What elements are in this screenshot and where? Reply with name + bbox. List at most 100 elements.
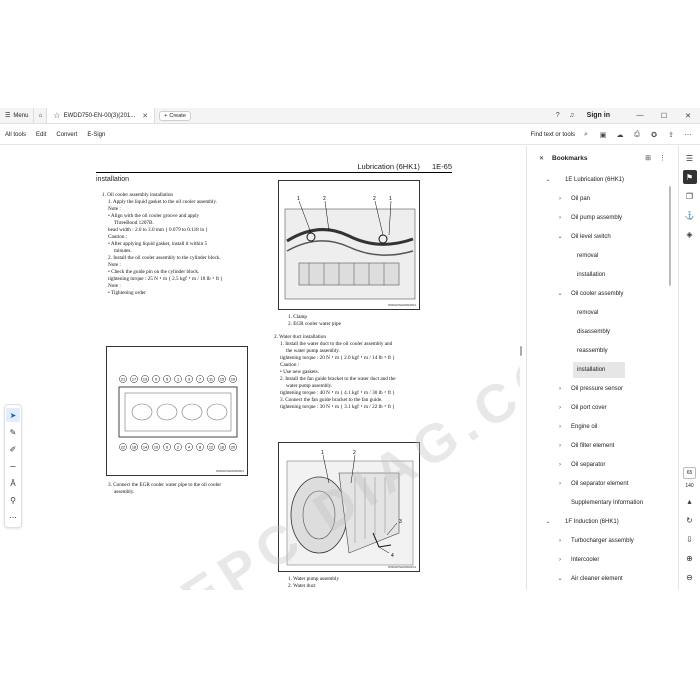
bookmark-item[interactable]: installation	[527, 265, 672, 284]
close-panel-icon[interactable]: ✕	[539, 155, 544, 162]
chevron-right-icon[interactable]: ›	[555, 196, 565, 202]
chevron-down-icon[interactable]: ⌄	[555, 575, 565, 582]
bookmark-item[interactable]: › Oil pump assembly	[527, 208, 672, 227]
panel-options-icon[interactable]: ⋮	[659, 154, 666, 162]
bookmarks-scrollbar-thumb[interactable]	[669, 186, 671, 286]
bookmark-item[interactable]: ⌄ Oil cooler assembly	[527, 284, 672, 303]
bookmark-item[interactable]: › Oil filter element	[527, 436, 672, 455]
layers-icon[interactable]: ◈	[683, 227, 697, 241]
current-page-input[interactable]: 65	[682, 467, 697, 479]
close-tab-icon[interactable]: ✕	[142, 112, 148, 120]
pages-icon[interactable]: ❐	[683, 189, 697, 203]
toolbar-convert[interactable]: Convert	[51, 132, 82, 138]
water-pump-figure: 1 2 3 4 RW6HXSHW002101	[278, 442, 420, 572]
print-icon[interactable]: ⎙	[631, 131, 643, 139]
bookmark-item[interactable]: installation	[527, 360, 672, 379]
scrollbar-thumb[interactable]	[520, 346, 522, 356]
toolbar-esign[interactable]: E-Sign	[82, 132, 110, 138]
toolbar-all-tools[interactable]: All tools	[0, 132, 31, 138]
create-button[interactable]: + Create	[159, 110, 191, 121]
home-button[interactable]: ⌂	[33, 108, 48, 123]
bookmark-item[interactable]: › Oil pan	[527, 189, 672, 208]
bookmark-item[interactable]: ⌄ 1F Induction (6HK1)	[527, 512, 672, 531]
add-bookmark-icon[interactable]: ⊞	[645, 154, 651, 162]
zoom-out-icon[interactable]: ⊖	[683, 570, 697, 584]
callout-2: 2	[353, 450, 356, 456]
bookmark-item[interactable]: › Oil separator	[527, 455, 672, 474]
bookmark-item[interactable]: › Turbocharger assembly	[527, 531, 672, 550]
bookmark-item[interactable]: removal	[527, 246, 672, 265]
chevron-right-icon[interactable]: ›	[555, 481, 565, 487]
bookmark-item[interactable]: Supplementary Information	[527, 493, 672, 512]
document-tab[interactable]: ☆ EWDD750-EN-00(3)(201... ✕	[47, 108, 156, 123]
tightening-order-number: 2	[177, 446, 179, 450]
chevron-right-icon[interactable]: ›	[555, 215, 565, 221]
bookmark-item[interactable]: ⌄ Oil level switch	[527, 227, 672, 246]
text-line: 1. Oil cooler assembly installation	[102, 192, 174, 198]
find-text-button[interactable]: Find text or tools	[531, 132, 575, 138]
bookmarks-rail-icon[interactable]: ⚑	[682, 170, 697, 184]
bookmark-item[interactable]: › Intercooler	[527, 550, 672, 569]
rotate-icon[interactable]: ↻	[683, 513, 697, 527]
bookmark-label: Oil separator element	[571, 480, 629, 487]
attachments-icon[interactable]: ⚓	[683, 208, 697, 222]
text-line: the water pump assembly.	[286, 348, 340, 354]
chevron-right-icon[interactable]: ›	[555, 443, 565, 449]
figure-code: RW6HXSHW000001	[216, 469, 244, 473]
highlight-pen-icon[interactable]: ✐	[6, 442, 20, 456]
maximize-icon[interactable]: ☐	[652, 112, 676, 120]
add-text-icon[interactable]: Ā	[6, 476, 20, 490]
ai-assistant-icon[interactable]: ✪	[648, 131, 660, 139]
scroll-up-icon[interactable]: ▴	[683, 494, 697, 508]
bookmark-item[interactable]: › Oil pressure sensor	[527, 379, 672, 398]
chevron-right-icon[interactable]: ›	[555, 462, 565, 468]
chevron-right-icon[interactable]: ›	[555, 405, 565, 411]
bookmark-item[interactable]: disassembly	[527, 322, 672, 341]
sign-in-button[interactable]: Sign in	[587, 112, 610, 119]
upload-cloud-icon[interactable]: ☁	[614, 131, 626, 139]
select-cursor-icon[interactable]: ➤	[6, 408, 20, 422]
menu-button[interactable]: ☰ Menu	[0, 108, 33, 123]
minimize-icon[interactable]: —	[628, 112, 652, 119]
text-line: ThreeBond 1207B.	[114, 220, 154, 226]
comments-icon[interactable]: ☰	[683, 151, 697, 165]
chevron-down-icon[interactable]: ⌄	[543, 176, 553, 183]
bookmark-item[interactable]: reassembly	[527, 341, 672, 360]
more-options-icon[interactable]: ⋯	[682, 131, 694, 139]
more-tools-icon[interactable]: ⋯	[6, 510, 20, 524]
share-icon[interactable]: ⇪	[665, 131, 677, 139]
tightening-order-number: 12	[209, 446, 213, 450]
callout-1: 1	[321, 450, 324, 456]
bookmark-item[interactable]: › Oil port cover	[527, 398, 672, 417]
chevron-right-icon[interactable]: ›	[555, 557, 565, 563]
bookmark-item[interactable]: › Engine oil	[527, 417, 672, 436]
close-window-icon[interactable]: ✕	[676, 112, 700, 120]
chevron-right-icon[interactable]: ›	[555, 424, 565, 430]
save-icon[interactable]: ▣	[597, 131, 609, 139]
star-icon[interactable]: ☆	[53, 111, 60, 120]
add-comment-icon[interactable]: ✎	[6, 425, 20, 439]
page-header-title: Lubrication (6HK1)	[357, 162, 420, 171]
chevron-down-icon[interactable]: ⌄	[555, 233, 565, 240]
section-title: installation	[96, 176, 130, 183]
chevron-right-icon[interactable]: ›	[555, 538, 565, 544]
chevron-down-icon[interactable]: ⌄	[555, 290, 565, 297]
help-icon[interactable]: ?	[551, 112, 565, 119]
page-header: Lubrication (6HK1) 1E-65	[96, 162, 452, 173]
freehand-draw-icon[interactable]: ∽	[6, 459, 20, 473]
bookmark-item[interactable]: ⌄ Air cleaner element	[527, 569, 672, 588]
bookmark-item[interactable]: ⌄ 1E Lubrication (6HK1)	[527, 170, 672, 189]
toolbar-edit[interactable]: Edit	[31, 132, 51, 138]
zoom-in-icon[interactable]: ⊕	[683, 551, 697, 565]
page-export-icon[interactable]: ⇩	[683, 532, 697, 546]
chevron-right-icon[interactable]: ›	[555, 386, 565, 392]
bookmark-item[interactable]: › Oil separator element	[527, 474, 672, 493]
stamp-icon[interactable]: ⚲	[6, 493, 20, 507]
bookmarks-scrollbar[interactable]	[668, 186, 672, 286]
document-viewer[interactable]: Lubrication (6HK1) 1E-65 installation 1.…	[26, 146, 520, 590]
notification-bell-icon[interactable]: ♫	[565, 112, 579, 119]
search-icon[interactable]: ⌕	[580, 131, 592, 139]
chevron-down-icon[interactable]: ⌄	[543, 518, 553, 525]
document-scrollbar[interactable]	[518, 146, 524, 590]
bookmark-item[interactable]: removal	[527, 303, 672, 322]
